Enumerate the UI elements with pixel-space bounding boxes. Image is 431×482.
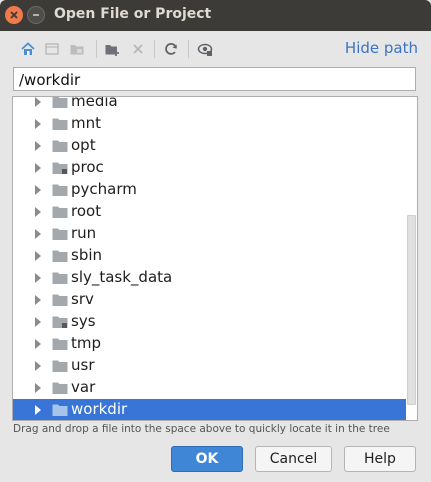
hide-path-link[interactable]: Hide path: [345, 39, 418, 57]
expand-arrow-icon[interactable]: [35, 119, 41, 129]
tree-item-label: workdir: [71, 400, 128, 418]
tree-item-label: var: [71, 378, 96, 396]
folder-icon: [52, 360, 68, 372]
expand-arrow-icon[interactable]: [35, 141, 41, 151]
desktop-icon[interactable]: [43, 40, 61, 58]
toolbar: Hide path: [0, 31, 431, 67]
title-bar: Open File or Project: [0, 0, 431, 31]
tree-item-pycharm[interactable]: pycharm: [13, 179, 407, 201]
expand-arrow-icon[interactable]: [35, 273, 41, 283]
tree-item-media[interactable]: media: [13, 96, 407, 113]
expand-arrow-icon[interactable]: [35, 251, 41, 261]
ok-button[interactable]: OK: [171, 446, 243, 472]
tree-item-sbin[interactable]: sbin: [13, 245, 407, 267]
tree-item-label: mnt: [71, 114, 101, 132]
folder-icon: [52, 118, 68, 130]
folder-icon: [52, 206, 68, 218]
minimize-icon: [33, 14, 39, 16]
tree-item-usr[interactable]: usr: [13, 355, 407, 377]
folder-icon: [52, 228, 68, 240]
cancel-button[interactable]: Cancel: [255, 446, 332, 472]
tree-item-run[interactable]: run: [13, 223, 407, 245]
expand-arrow-icon[interactable]: [35, 229, 41, 239]
expand-arrow-icon[interactable]: [35, 317, 41, 327]
folder-icon: [52, 250, 68, 262]
close-icon: [10, 11, 18, 19]
expand-arrow-icon[interactable]: [35, 405, 41, 415]
refresh-icon[interactable]: [162, 40, 180, 58]
tree-item-srv[interactable]: srv: [13, 289, 407, 311]
tree-item-sly-task-data[interactable]: sly_task_data: [13, 267, 407, 289]
folder-icon: [52, 184, 68, 196]
help-button[interactable]: Help: [344, 446, 416, 472]
project-folder-icon[interactable]: [68, 40, 86, 58]
expand-arrow-icon[interactable]: [35, 185, 41, 195]
delete-icon[interactable]: [129, 40, 147, 58]
tree-item-label: proc: [71, 158, 104, 176]
tree-item-label: opt: [71, 136, 96, 154]
tree-item-label: root: [71, 202, 102, 220]
tree-item-root[interactable]: root: [13, 201, 407, 223]
folder-icon: [52, 140, 68, 152]
folder-icon: [52, 382, 68, 394]
tree-item-workdir[interactable]: workdir: [13, 399, 407, 420]
expand-arrow-icon[interactable]: [35, 295, 41, 305]
scrollbar-thumb[interactable]: [407, 215, 416, 405]
minimize-window-button[interactable]: [27, 6, 45, 24]
close-window-button[interactable]: [5, 6, 23, 24]
path-input[interactable]: [13, 67, 416, 91]
tree-item-label: tmp: [71, 334, 102, 352]
folder-icon: [52, 338, 68, 350]
expand-arrow-icon[interactable]: [35, 361, 41, 371]
tree-item-label: pycharm: [71, 180, 137, 198]
locked-folder-icon: [52, 162, 68, 174]
tree-item-label: sys: [71, 312, 96, 330]
scrollbar[interactable]: [406, 97, 417, 420]
folder-icon: [52, 294, 68, 306]
folder-icon: [52, 97, 68, 108]
expand-arrow-icon[interactable]: [35, 97, 41, 107]
tree-item-sys[interactable]: sys: [13, 311, 407, 333]
expand-arrow-icon[interactable]: [35, 339, 41, 349]
expand-arrow-icon[interactable]: [35, 163, 41, 173]
tree-item-tmp[interactable]: tmp: [13, 333, 407, 355]
tree-item-var[interactable]: var: [13, 377, 407, 399]
tree-item-label: run: [71, 224, 97, 242]
drag-drop-hint: Drag and drop a file into the space abov…: [13, 423, 390, 435]
expand-arrow-icon[interactable]: [35, 383, 41, 393]
tree-item-proc[interactable]: proc: [13, 157, 407, 179]
show-hidden-icon[interactable]: [196, 40, 214, 58]
tree-item-label: media: [71, 96, 118, 110]
folder-icon: [52, 272, 68, 284]
locked-folder-icon: [52, 316, 68, 328]
tree-item-mnt[interactable]: mnt: [13, 113, 407, 135]
folder-icon: [52, 404, 68, 416]
window-title: Open File or Project: [54, 6, 212, 22]
tree-item-label: sbin: [71, 246, 103, 264]
home-icon[interactable]: [19, 40, 37, 58]
expand-arrow-icon[interactable]: [35, 207, 41, 217]
tree-item-label: sly_task_data: [71, 268, 173, 286]
file-tree[interactable]: media mnt opt proc pycharm root run sbin sly_tas…: [12, 96, 418, 421]
new-folder-icon[interactable]: [103, 40, 121, 58]
tree-item-label: srv: [71, 290, 94, 308]
tree-item-label: usr: [71, 356, 95, 374]
tree-item-opt[interactable]: opt: [13, 135, 407, 157]
